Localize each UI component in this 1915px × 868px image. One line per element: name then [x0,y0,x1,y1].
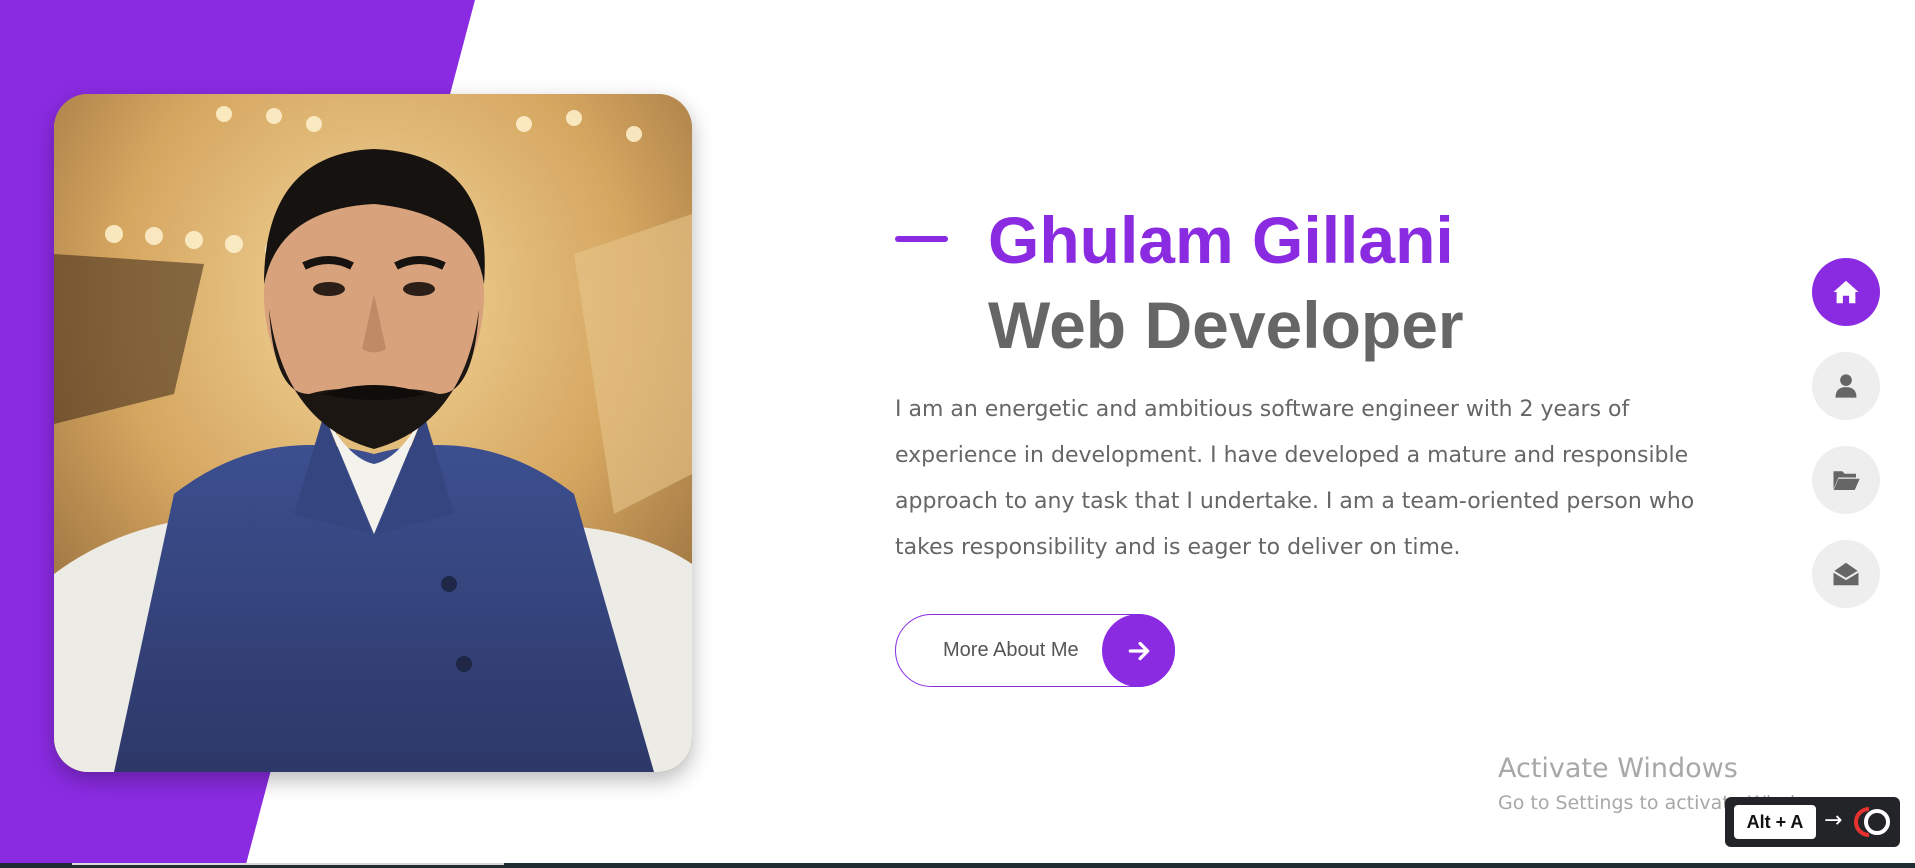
folder-open-icon [1833,471,1860,490]
profile-photo [54,94,692,772]
arrow-right-icon [1102,614,1175,687]
nav-portfolio-button[interactable] [1812,446,1880,514]
job-title: Web Developer [988,288,1464,362]
recorder-logo-icon [1854,807,1890,837]
intro-paragraph: I am an energetic and ambitious software… [895,397,1695,560]
activate-windows-title: Activate Windows [1498,753,1738,784]
more-about-me-label: More About Me [943,639,1079,661]
home-icon [1833,280,1859,304]
nav-home-button[interactable] [1812,258,1880,326]
accent-dash [895,236,948,242]
shortcut-key-label: Alt + A [1734,805,1816,839]
shortcut-arrow: → [1824,808,1843,833]
nav-about-button[interactable] [1812,352,1880,420]
more-about-me-button[interactable]: More About Me [895,614,1175,687]
user-icon [1835,374,1857,398]
bottom-edge-highlight [72,863,504,865]
person-name: Ghulam Gillani [988,203,1454,277]
portrait-illustration [54,94,692,772]
shortcut-overlay[interactable]: Alt + A → [1725,797,1900,847]
envelope-open-icon [1832,562,1860,586]
nav-contact-button[interactable] [1812,540,1880,608]
